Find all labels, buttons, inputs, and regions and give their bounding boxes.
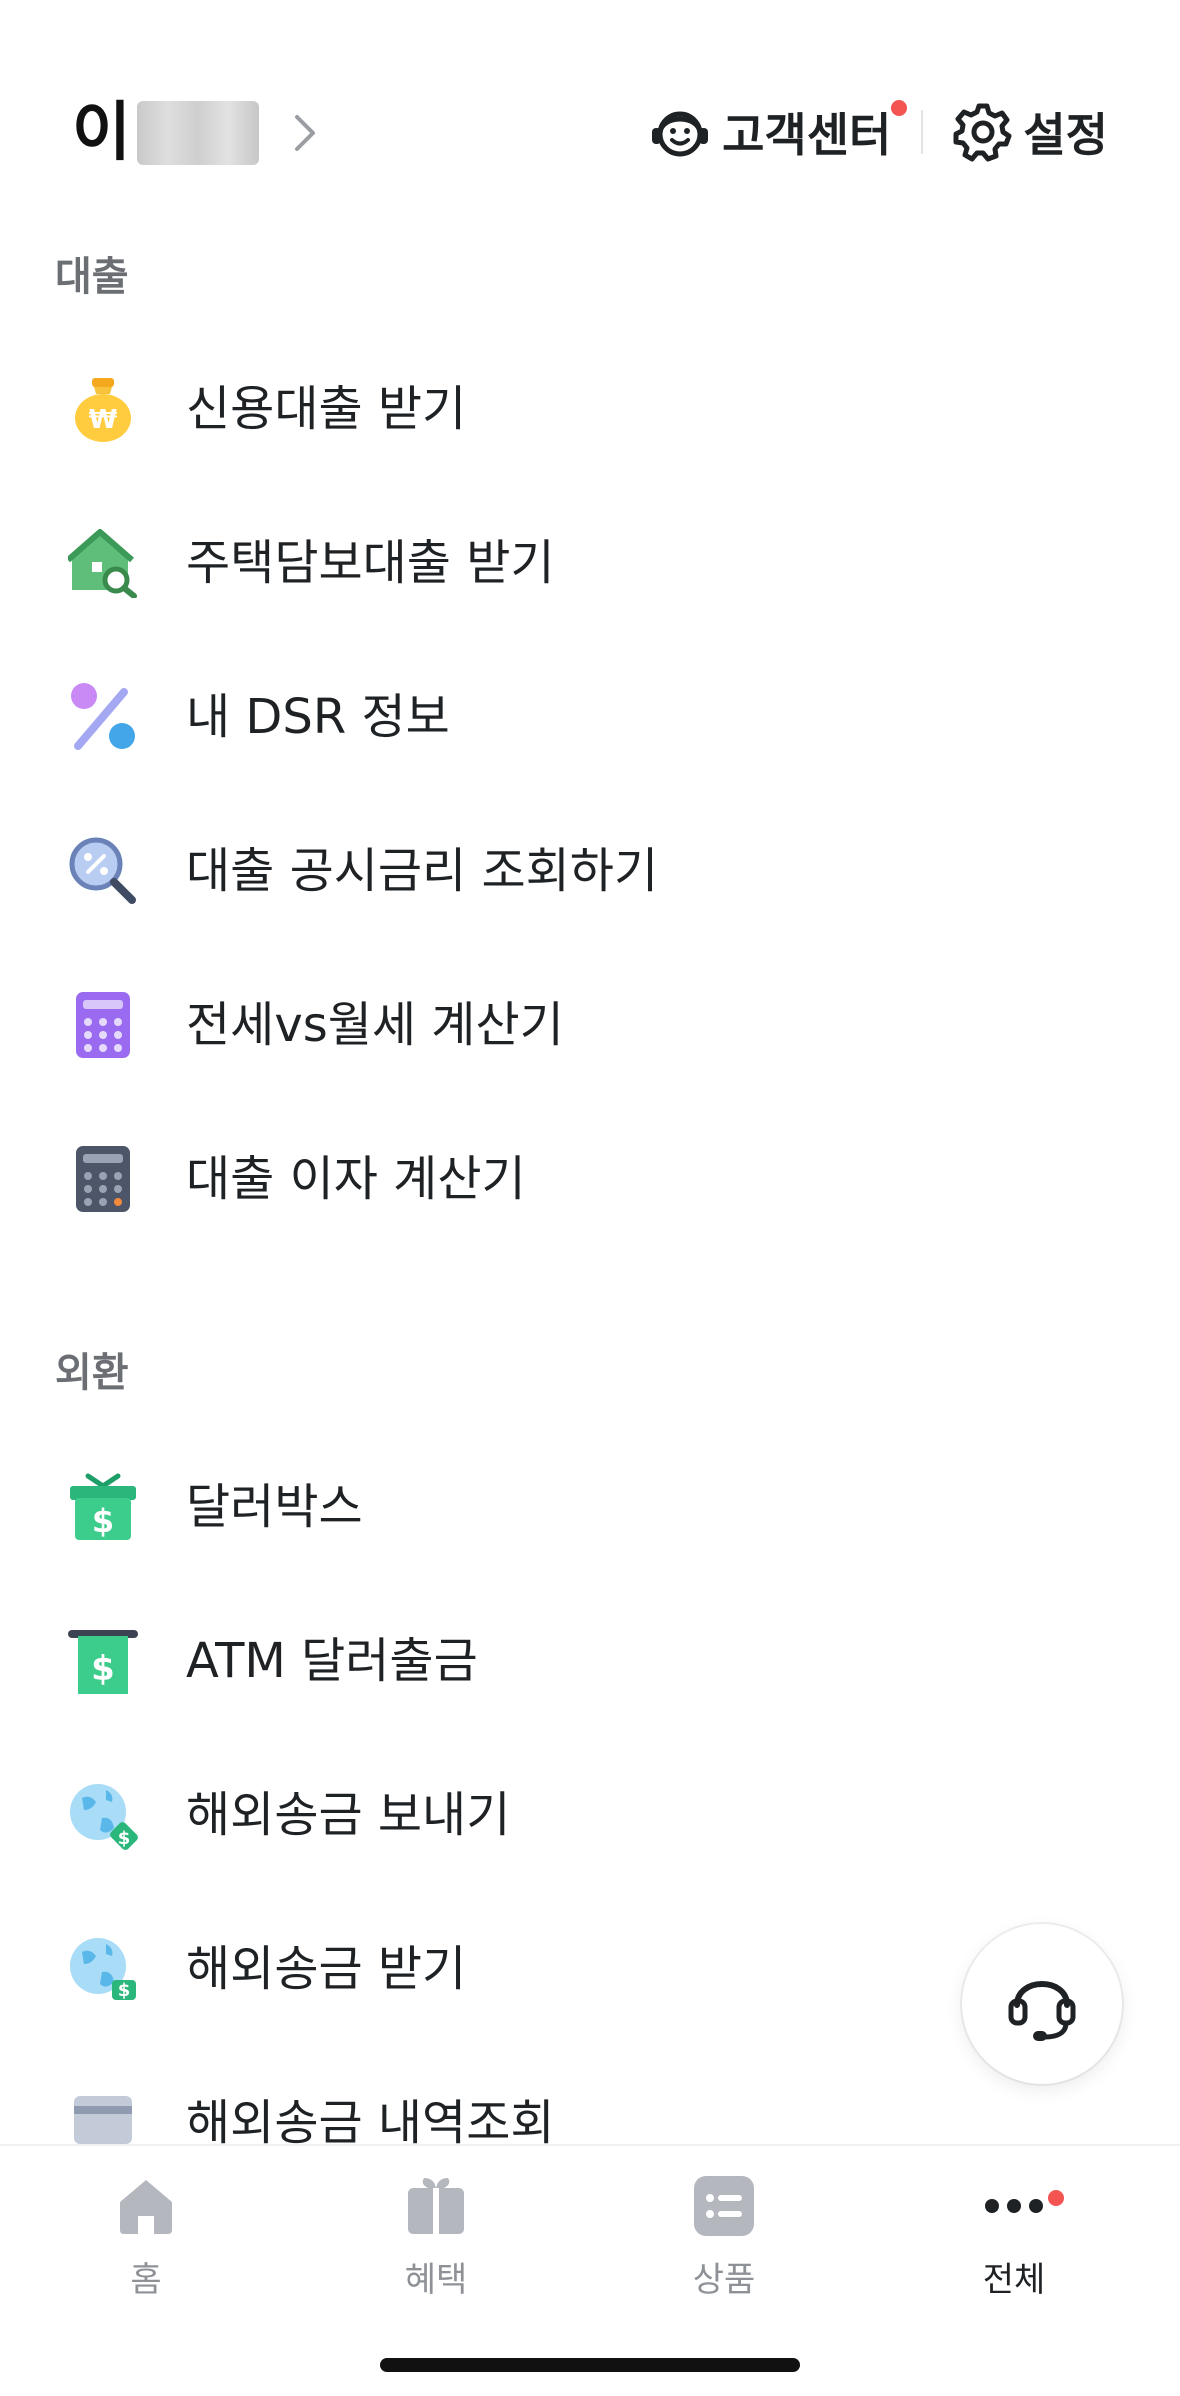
house-search-icon <box>68 529 137 598</box>
more-dots-icon <box>985 2199 1043 2213</box>
svg-text:$: $ <box>118 1828 131 1849</box>
magnifier-percent-icon <box>69 837 136 904</box>
header-actions: 고객센터 설정 <box>648 92 1108 172</box>
header: 이 고객센터 설정 <box>0 0 1180 250</box>
name-mask <box>136 101 259 165</box>
menu-item-label: 내 DSR 정보 <box>186 689 450 745</box>
notification-dot <box>1048 2190 1064 2206</box>
menu-item-label: 주택담보대출 받기 <box>186 535 555 591</box>
menu-item-atm-dollar-withdrawal[interactable]: $ ATM 달러출금 <box>0 1586 1180 1736</box>
svg-text:$: $ <box>92 1502 114 1540</box>
section-title-foreign-exchange: 외환 <box>55 1350 129 1396</box>
settings-label: 설정 <box>1023 108 1108 162</box>
menu-item-label: 신용대출 받기 <box>186 381 467 437</box>
tab-home[interactable]: 홈 <box>56 2174 236 2314</box>
section-title-loan: 대출 <box>55 254 129 300</box>
dollar-bill-icon: $ <box>68 1630 138 1694</box>
menu-item-label: 달러박스 <box>186 1479 363 1535</box>
menu-item-loan-interest-calculator[interactable]: 대출 이자 계산기 <box>0 1104 1180 1254</box>
menu-item-label: 대출 이자 계산기 <box>186 1151 526 1207</box>
menu-item-dsr-info[interactable]: 내 DSR 정보 <box>0 642 1180 792</box>
customer-center-label: 고객센터 <box>722 108 892 162</box>
svg-text:$: $ <box>118 1980 131 2001</box>
customer-center-button[interactable]: 고객센터 <box>648 92 908 172</box>
tab-all[interactable]: 전체 <box>924 2174 1104 2314</box>
product-list-icon <box>694 2176 754 2236</box>
menu-item-send-overseas-remittance[interactable]: $ 해외송금 보내기 <box>0 1740 1180 1890</box>
tab-label: 전체 <box>982 2260 1046 2300</box>
floating-support-button[interactable] <box>962 1924 1122 2084</box>
chevron-right-icon <box>294 115 315 151</box>
menu-item-label: 대출 공시금리 조회하기 <box>186 843 659 899</box>
menu-item-credit-loan[interactable]: ₩ 신용대출 받기 <box>0 334 1180 484</box>
tab-label: 홈 <box>130 2260 162 2300</box>
all-menu-screen: 이 고객센터 설정 대출 ₩ 신용대출 받기 주택담보대출 받기 내 DSR 정… <box>0 0 1180 2396</box>
home-icon <box>120 2180 172 2234</box>
settings-button[interactable]: 설정 <box>953 92 1108 172</box>
svg-text:₩: ₩ <box>89 405 118 435</box>
dollar-gift-box-icon: $ <box>70 1473 136 1540</box>
headset-icon <box>1008 1981 1076 2041</box>
header-divider <box>921 110 924 154</box>
percent-icon <box>71 683 135 750</box>
tab-label: 혜택 <box>404 2260 468 2300</box>
menu-item-label: 해외송금 보내기 <box>186 1787 511 1843</box>
menu-item-jeonse-vs-wolse-calculator[interactable]: 전세vs월세 계산기 <box>0 950 1180 1100</box>
notification-dot <box>891 100 908 116</box>
calculator-dark-icon <box>76 1146 130 1212</box>
tab-benefits[interactable]: 혜택 <box>346 2174 526 2314</box>
globe-send-icon: $ <box>70 1784 138 1850</box>
money-bag-icon: ₩ <box>75 378 131 442</box>
menu-item-label: ATM 달러출금 <box>186 1633 478 1689</box>
profile-link[interactable]: 이 <box>72 88 323 178</box>
profile-name: 이 <box>72 96 131 170</box>
svg-text:$: $ <box>91 1649 115 1689</box>
calculator-purple-icon <box>76 992 130 1058</box>
menu-item-dollar-box[interactable]: $ 달러박스 <box>0 1432 1180 1582</box>
tab-label: 상품 <box>692 2260 756 2300</box>
gift-icon <box>408 2178 464 2234</box>
gear-icon <box>953 103 1012 162</box>
headset-face-icon <box>652 111 709 157</box>
home-indicator <box>380 2358 800 2372</box>
menu-item-mortgage-loan[interactable]: 주택담보대출 받기 <box>0 488 1180 638</box>
menu-item-loan-rate-lookup[interactable]: 대출 공시금리 조회하기 <box>0 796 1180 946</box>
tab-products[interactable]: 상품 <box>634 2174 814 2314</box>
globe-receive-icon: $ <box>70 1938 136 2001</box>
menu-item-label: 해외송금 받기 <box>186 1941 467 1997</box>
menu-item-label: 전세vs월세 계산기 <box>186 997 564 1053</box>
